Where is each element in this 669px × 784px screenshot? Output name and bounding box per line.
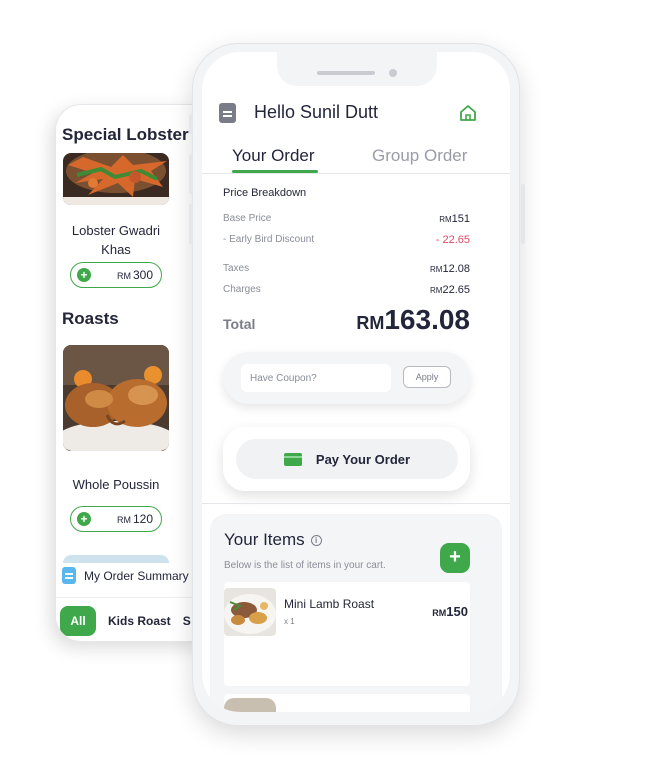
item-name-lobster: Lobster Gwadri Khas	[71, 223, 161, 257]
phone-side-button	[189, 154, 193, 194]
section-heading-roasts: Roasts	[62, 309, 119, 328]
discount-row: - Early Bird Discount - 22.65	[223, 234, 470, 246]
your-items-subtitle: Below is the list of items in your cart.	[224, 560, 386, 571]
lobster-image[interactable]	[63, 153, 169, 205]
coupon-input[interactable]	[241, 364, 391, 392]
item-image	[224, 698, 276, 712]
home-icon[interactable]	[459, 104, 477, 122]
line-label: - Early Bird Discount	[223, 234, 315, 245]
greeting-title: Hello Sunil Dutt	[254, 102, 379, 122]
category-tabs: All Kids Roast S	[56, 597, 204, 641]
phone-notch	[277, 52, 437, 86]
add-lobster-button[interactable]: + RM 300	[70, 262, 162, 288]
divider	[202, 503, 510, 504]
pay-order-label: Pay Your Order	[315, 451, 411, 467]
phone-screen: Hello Sunil Dutt Your Order Group Order …	[202, 52, 510, 712]
tab-group-order[interactable]: Group Order	[372, 146, 467, 166]
line-value: - 22.65	[435, 234, 470, 246]
line-label: Base Price	[223, 213, 272, 224]
document-icon	[62, 567, 76, 584]
camera	[389, 69, 397, 77]
tab-your-order[interactable]: Your Order	[232, 146, 315, 166]
category-tab-all[interactable]: All	[60, 605, 96, 636]
plus-icon: +	[77, 512, 91, 526]
item-quantity: x 1	[284, 617, 295, 626]
order-summary-label: My Order Summary	[84, 568, 189, 583]
poussin-image[interactable]	[63, 345, 169, 451]
item-price-lobster: RM 300	[116, 268, 153, 282]
speaker	[317, 71, 375, 75]
apply-coupon-button[interactable]: Apply	[403, 366, 451, 388]
total-row: Total RM163.08	[223, 304, 470, 336]
taxes-row: Taxes RM12.08	[223, 263, 470, 275]
line-value: RM151	[439, 213, 470, 225]
item-price: RM150	[432, 604, 468, 619]
base-price-row: Base Price RM151	[223, 213, 470, 225]
price-breakdown-title: Price Breakdown	[223, 187, 307, 199]
add-item-button[interactable]: +	[440, 543, 470, 573]
total-label: Total	[223, 316, 256, 332]
section-heading-special-lobster: Special Lobster	[62, 125, 189, 144]
total-value: RM163.08	[356, 304, 470, 335]
info-icon[interactable]: i	[310, 535, 322, 546]
phone-side-button	[521, 184, 525, 244]
item-name-poussin: Whole Poussin	[72, 477, 160, 492]
line-value: RM12.08	[430, 263, 470, 275]
lamb-roast-image	[224, 588, 276, 636]
phone-side-button	[189, 204, 193, 244]
order-tabs: Your Order Group Order	[202, 142, 510, 174]
item-name: Mini Lamb Roast	[284, 597, 375, 611]
line-label: Taxes	[223, 263, 250, 274]
item-price-poussin: RM 120	[116, 512, 153, 526]
charges-row: Charges RM22.65	[223, 284, 470, 296]
line-label: Charges	[223, 284, 261, 295]
order-summary-link[interactable]: My Order Summary	[62, 567, 189, 584]
cart-item[interactable]	[224, 694, 470, 712]
credit-card-icon	[283, 452, 302, 466]
front-phone: Hello Sunil Dutt Your Order Group Order …	[189, 43, 525, 726]
your-items-title: Your Items i	[224, 530, 322, 550]
line-value: RM22.65	[430, 284, 470, 296]
add-poussin-button[interactable]: + RM 120	[70, 506, 162, 532]
phone-side-button	[189, 114, 193, 134]
pay-card: Pay Your Order	[223, 427, 470, 491]
pay-order-button[interactable]: Pay Your Order	[236, 439, 458, 479]
active-tab-indicator	[232, 170, 318, 173]
document-icon[interactable]	[219, 103, 236, 123]
coupon-card: Apply	[223, 352, 470, 404]
back-phone-screen: Special Lobster Lobster Gwadri Khas + RM…	[55, 104, 205, 642]
category-tab-kids-roast[interactable]: Kids Roast	[108, 614, 171, 628]
cart-item[interactable]: Mini Lamb Roast x 1 RM150	[224, 582, 470, 686]
category-tab-next[interactable]: S	[183, 614, 191, 628]
plus-icon: +	[77, 268, 91, 282]
next-item-image	[63, 555, 169, 563]
